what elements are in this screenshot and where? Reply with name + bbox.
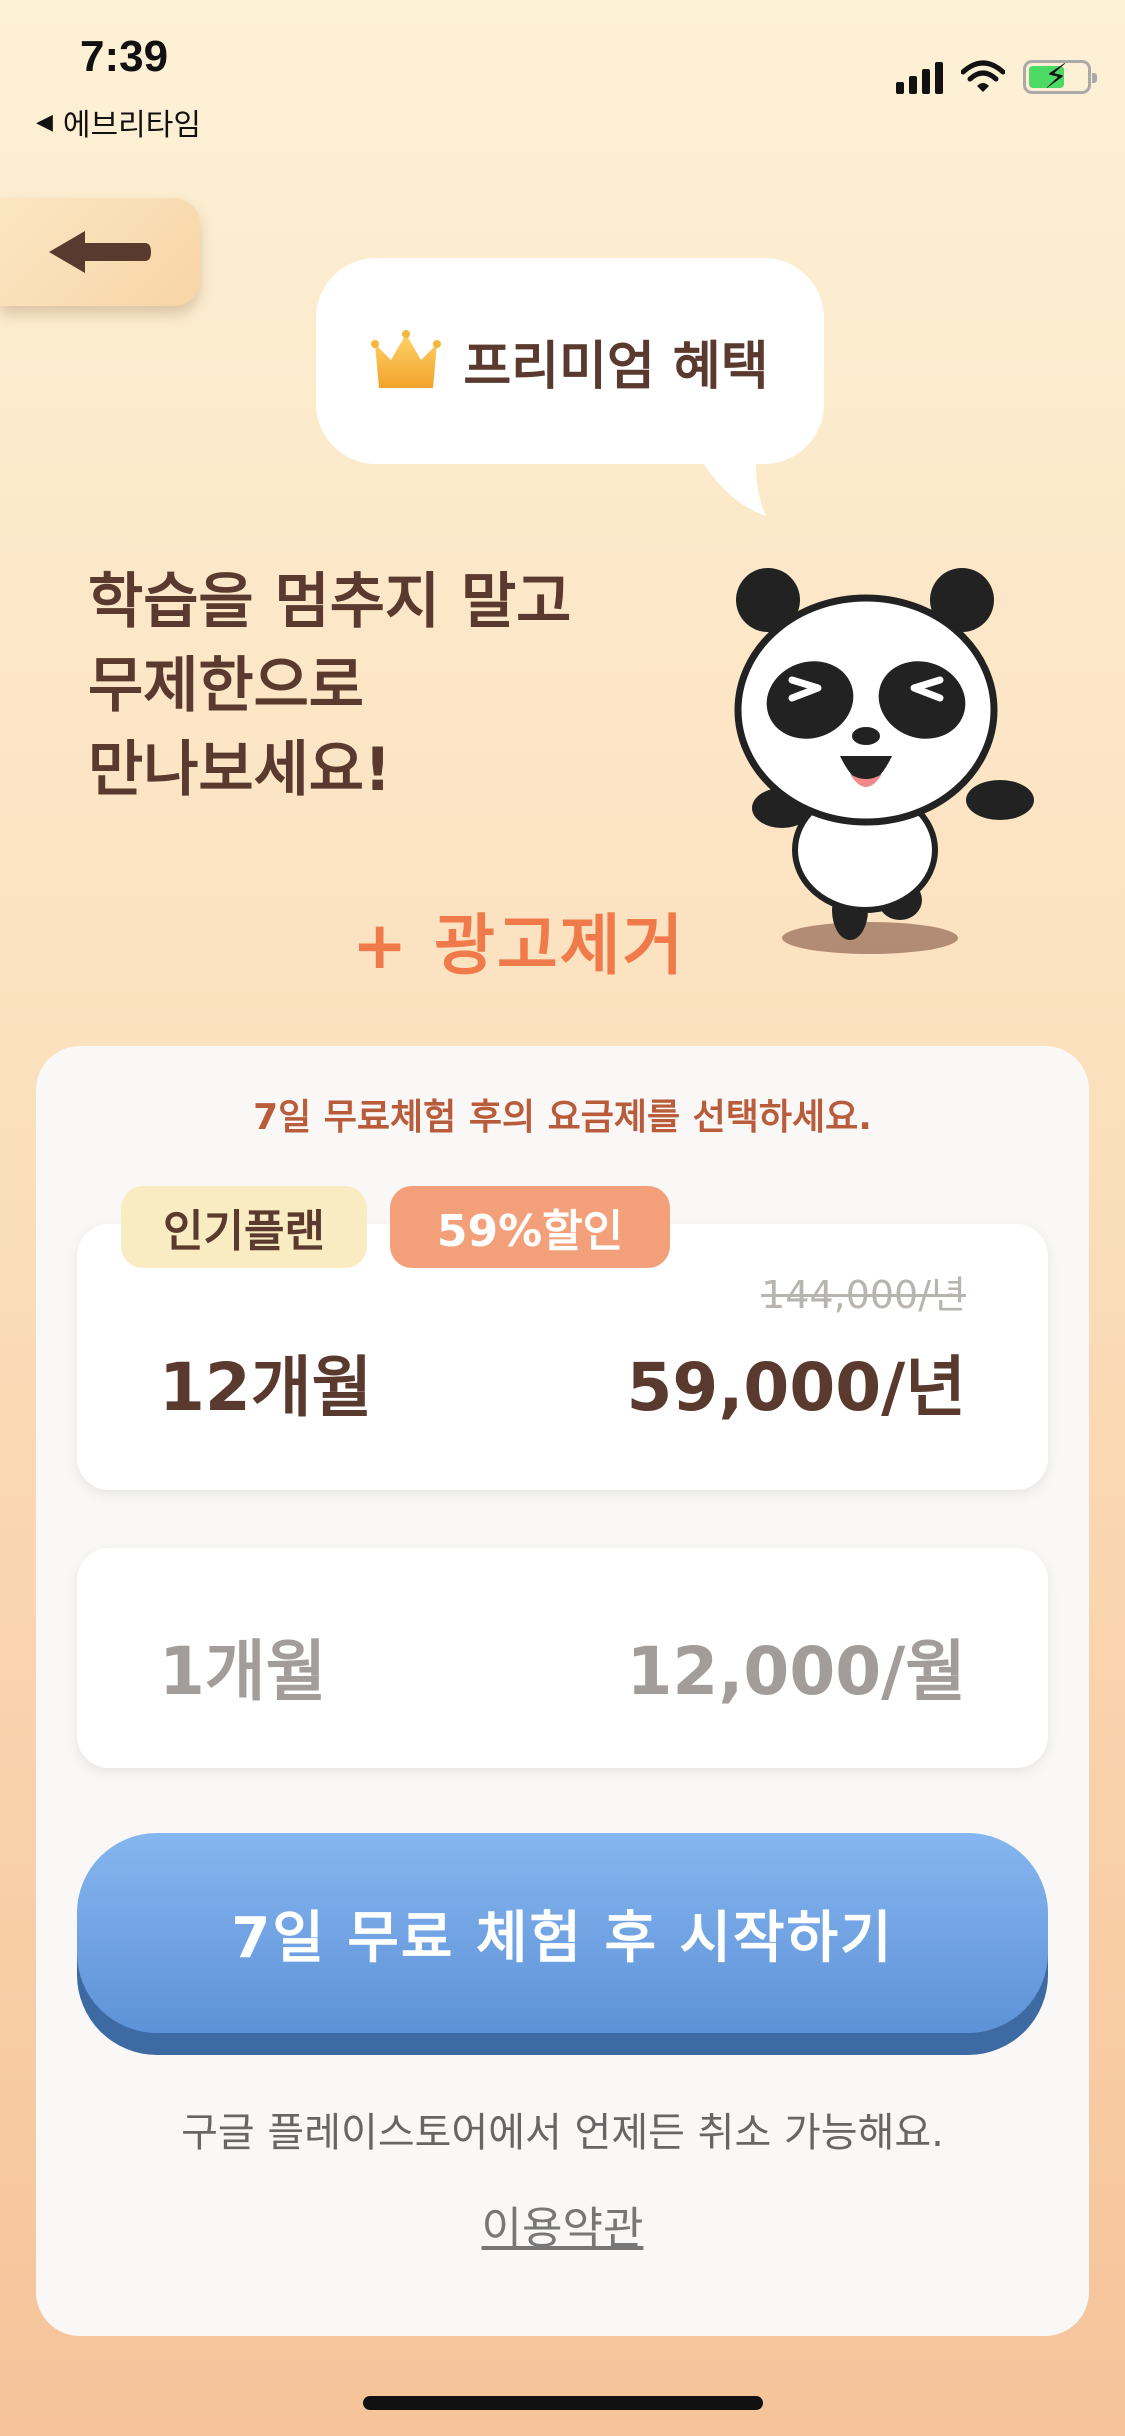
back-button[interactable]: [0, 198, 200, 306]
status-icons: ⚡: [896, 57, 1097, 97]
plan-name: 12개월: [159, 1349, 373, 1426]
terms-link[interactable]: 이용약관: [36, 2192, 1089, 2256]
signal-icon: [896, 60, 943, 94]
plan-price: 12,000/월: [626, 1633, 966, 1710]
headline: 학습을 멈추지 말고 무제한으로 만나보세요!: [88, 560, 648, 812]
plan-notice: 7일 무료체험 후의 요금제를 선택하세요.: [253, 1097, 872, 1138]
plan-option-1-month[interactable]: 1개월 12,000/월: [77, 1548, 1048, 1768]
headline-line: 무제한으로: [88, 651, 364, 721]
premium-bubble: 프리미엄 혜택: [316, 258, 824, 464]
wifi-icon: [961, 60, 1005, 92]
plans-card: 7일 무료체험 후의 요금제를 선택하세요. 144,000/년 12개월 59…: [36, 1046, 1089, 2336]
arrow-left-icon: [49, 231, 151, 273]
back-triangle-icon: ◀: [36, 109, 53, 135]
headline-line: 학습을 멈추지 말고: [88, 567, 572, 637]
panda-mascot-icon: [734, 568, 1034, 954]
cancel-note: 구글 플레이스토어에서 언제든 취소 가능해요.: [181, 2110, 944, 2156]
start-trial-button[interactable]: 7일 무료 체험 후 시작하기: [77, 1833, 1048, 2055]
back-to-app-link[interactable]: ◀ 에브리타임: [36, 100, 201, 144]
crown-icon: [371, 330, 442, 388]
home-indicator[interactable]: [363, 2396, 763, 2410]
back-app-label: 에브리타임: [62, 108, 201, 143]
bubble-title: 프리미엄 혜택: [463, 336, 769, 397]
plan-price: 59,000/년: [626, 1349, 966, 1426]
discount-badge: 59%할인: [390, 1186, 670, 1268]
plan-name: 1개월: [159, 1633, 327, 1710]
ad-removal-benefit: + 광고제거: [352, 907, 686, 984]
battery-charging-icon: ⚡: [1023, 57, 1097, 97]
start-trial-label: 7일 무료 체험 후 시작하기: [77, 1833, 1048, 2033]
original-price: 144,000/년: [761, 1273, 966, 1317]
bubble-tail: [690, 440, 766, 516]
headline-line: 만나보세요!: [88, 735, 392, 805]
status-time: 7:39: [80, 32, 169, 81]
popular-plan-badge: 인기플랜: [121, 1186, 367, 1268]
